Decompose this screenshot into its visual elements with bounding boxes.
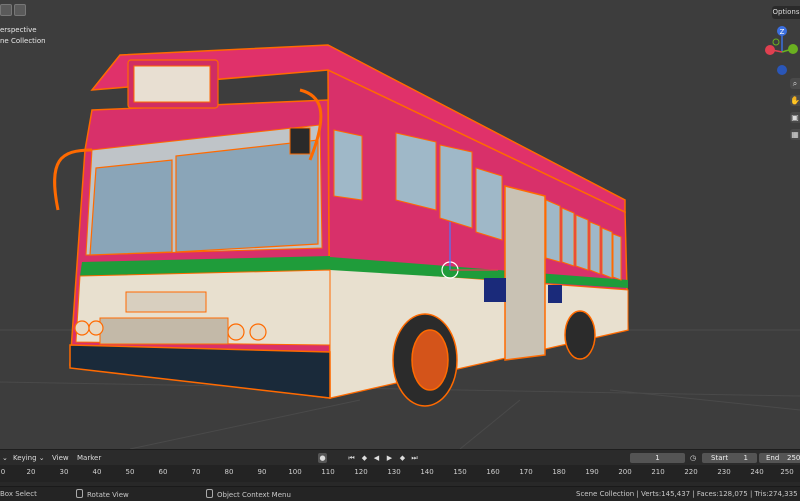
ruler-tick: 0 — [0, 468, 6, 476]
jump-start-icon[interactable]: ⏮ — [347, 453, 356, 463]
view-name-label: erspective — [0, 26, 37, 34]
bus-model[interactable] — [53, 44, 629, 407]
viewport-shading-icon[interactable] — [14, 4, 26, 16]
jump-end-icon[interactable]: ⏭ — [410, 453, 419, 463]
gizmo-neg-y-icon[interactable] — [772, 38, 780, 46]
keying-label: Keying — [13, 454, 37, 462]
ruler-tick: 70 — [191, 468, 201, 476]
rotate-view-hint: Rotate View — [76, 489, 129, 500]
ruler-tick: 40 — [92, 468, 102, 476]
end-frame-field[interactable]: End 250 — [759, 453, 800, 463]
ruler-tick: 170 — [519, 468, 533, 476]
hand-icon[interactable]: ✋ — [790, 95, 800, 106]
viewport-header-icons[interactable] — [0, 4, 26, 16]
ruler-tick: 150 — [453, 468, 467, 476]
context-menu-label: Object Context Menu — [217, 491, 291, 499]
ruler-tick: 130 — [387, 468, 401, 476]
options-button[interactable]: Options — [772, 6, 800, 19]
gizmo-y-icon[interactable] — [788, 44, 798, 54]
record-icon[interactable]: ● — [318, 453, 327, 463]
timeline-header: ⌄ Keying ⌄ View Marker ● ⏮ ◆ ◀ ▶ ◆ ⏭ 1 ◷… — [0, 449, 800, 466]
keying-dropdown[interactable]: Keying ⌄ — [10, 453, 48, 463]
zoom-icon[interactable]: ⌕ — [790, 78, 800, 89]
rotate-view-label: Rotate View — [87, 491, 129, 499]
ruler-tick: 230 — [717, 468, 731, 476]
gizmo-neg-z-icon[interactable] — [777, 65, 787, 75]
play-reverse-icon[interactable]: ◀ — [372, 453, 381, 463]
ruler-tick: 120 — [354, 468, 368, 476]
view-menu[interactable]: View — [52, 453, 69, 463]
ruler-tick: 100 — [288, 468, 302, 476]
prev-keyframe-icon[interactable]: ◆ — [360, 453, 369, 463]
end-value: 250 — [787, 454, 800, 462]
mouse-middle-icon — [76, 489, 83, 498]
ruler-tick: 50 — [125, 468, 135, 476]
ruler-tick: 110 — [321, 468, 335, 476]
timeline-ruler[interactable]: 0 20 30 40 50 60 70 80 90 100 110 120 13… — [0, 465, 800, 482]
mouse-right-icon — [206, 489, 213, 498]
marker-menu[interactable]: Marker — [77, 453, 101, 463]
ruler-tick: 210 — [651, 468, 665, 476]
start-frame-field[interactable]: Start 1 — [702, 453, 757, 463]
camera-icon[interactable]: ▣ — [790, 112, 800, 123]
ruler-tick: 30 — [59, 468, 69, 476]
ruler-tick: 20 — [26, 468, 36, 476]
ruler-tick: 250 — [780, 468, 794, 476]
ruler-tick: 220 — [684, 468, 698, 476]
object-mode-icon[interactable] — [0, 4, 12, 16]
start-label: Start — [711, 454, 729, 462]
status-bar: Box Select Rotate View Object Context Me… — [0, 486, 800, 501]
bus-model-render[interactable] — [0, 0, 800, 449]
next-keyframe-icon[interactable]: ◆ — [398, 453, 407, 463]
ruler-tick: 190 — [585, 468, 599, 476]
ruler-tick: 240 — [750, 468, 764, 476]
box-select-hint: Box Select — [0, 490, 37, 498]
grid-icon[interactable]: ▦ — [790, 129, 800, 140]
scene-stats: Scene Collection | Verts:145,437 | Faces… — [576, 490, 800, 498]
context-menu-hint: Object Context Menu — [206, 489, 291, 500]
3d-viewport[interactable]: erspective ne Collection Options Z ⌕ ✋ ▣… — [0, 0, 800, 449]
ruler-tick: 80 — [224, 468, 234, 476]
navigation-tools[interactable]: ⌕ ✋ ▣ ▦ — [790, 78, 800, 146]
play-icon[interactable]: ▶ — [385, 453, 394, 463]
ruler-tick: 90 — [257, 468, 267, 476]
start-value: 1 — [743, 454, 748, 462]
ruler-tick: 200 — [618, 468, 632, 476]
collection-name-label: ne Collection — [0, 37, 46, 45]
gizmo-z-label: Z — [780, 28, 785, 36]
ruler-tick: 180 — [552, 468, 566, 476]
ruler-tick: 140 — [420, 468, 434, 476]
gizmo-x-icon[interactable] — [765, 45, 775, 55]
clock-icon[interactable]: ◷ — [690, 453, 696, 463]
end-label: End — [766, 454, 780, 462]
navigation-gizmo[interactable]: Z — [758, 22, 800, 82]
ruler-tick: 60 — [158, 468, 168, 476]
ruler-tick: 160 — [486, 468, 500, 476]
playback-dropdown[interactable]: ⌄ — [2, 453, 8, 463]
current-frame-field[interactable]: 1 — [630, 453, 685, 463]
